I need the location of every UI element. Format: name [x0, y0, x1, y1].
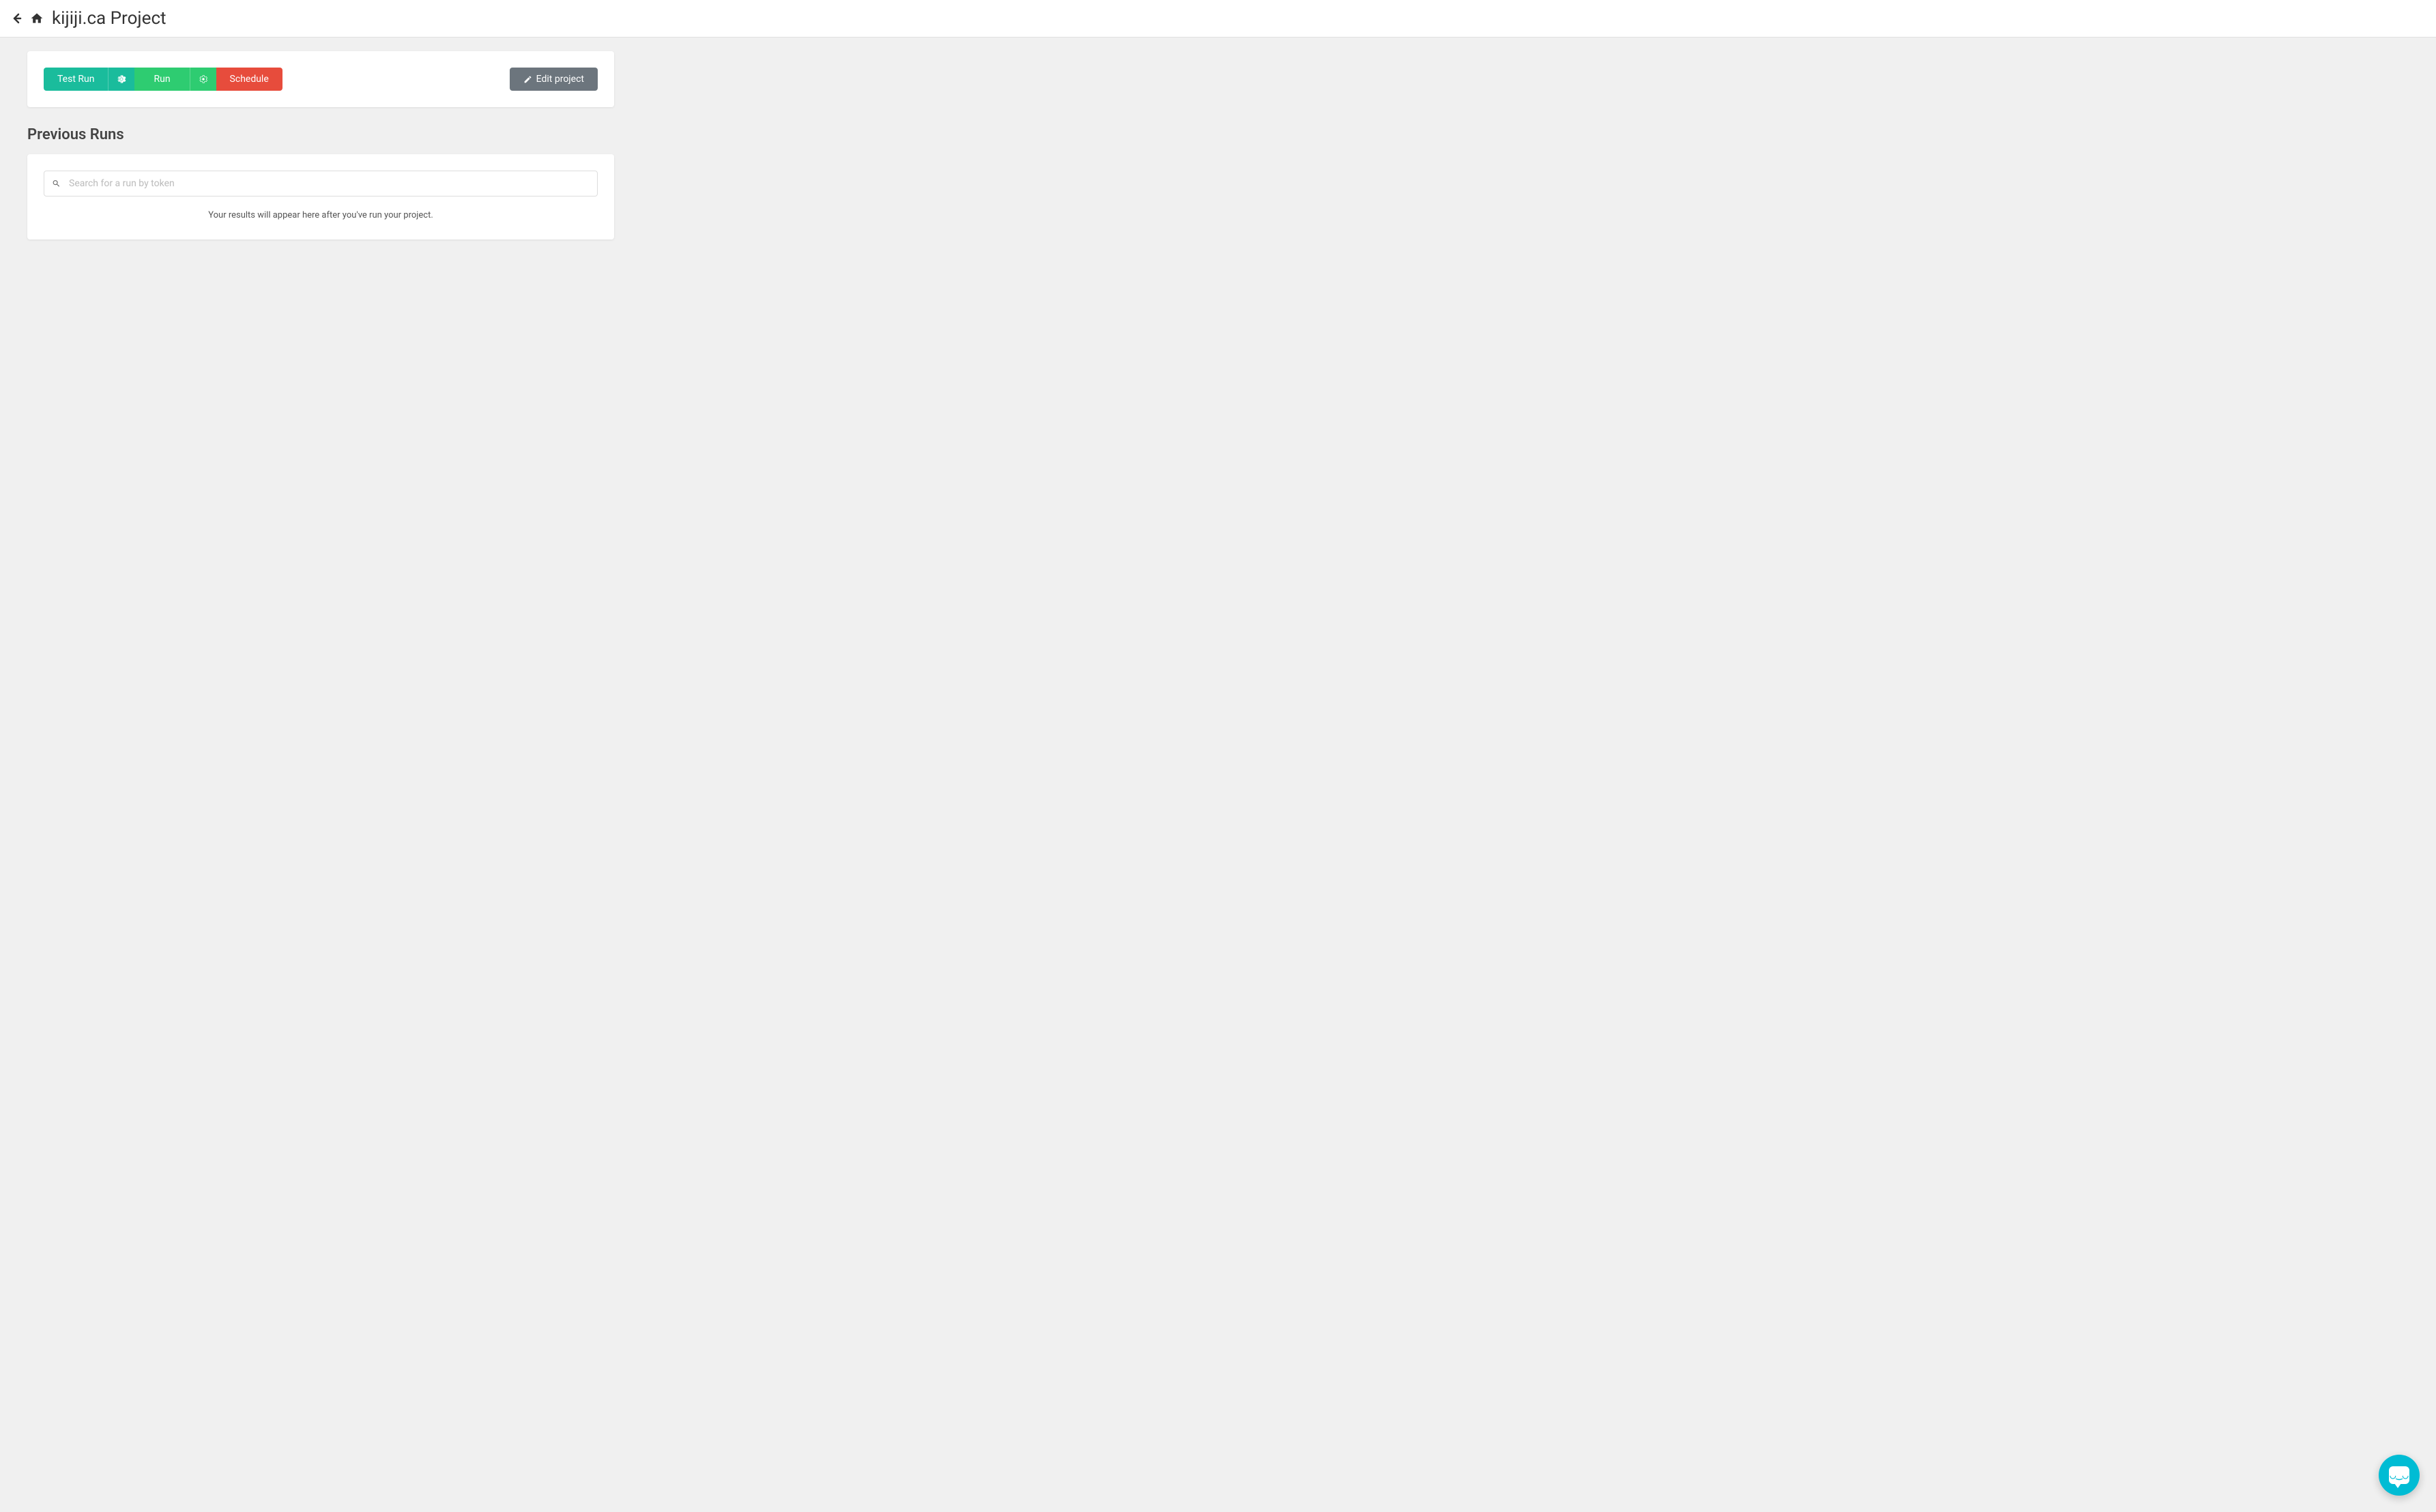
previous-runs-card: Your results will appear here after you'…: [27, 154, 614, 239]
schedule-button[interactable]: Schedule: [216, 68, 282, 91]
chat-widget-button[interactable]: ◡‿◡: [2379, 1455, 2420, 1496]
chat-face-icon: ◡‿◡: [2390, 1472, 2409, 1479]
test-run-settings-button[interactable]: [108, 68, 134, 91]
gear-icon: [117, 74, 126, 84]
actions-card: Test Run Run: [27, 51, 614, 107]
empty-results-message: Your results will appear here after you'…: [44, 207, 598, 223]
page-title: kijiji.ca Project: [52, 8, 166, 29]
run-button-group: Test Run Run: [44, 68, 282, 91]
test-run-button[interactable]: Test Run: [44, 68, 108, 91]
main-content: Test Run Run: [0, 38, 2436, 253]
pencil-icon: [523, 75, 532, 84]
run-settings-button[interactable]: [190, 68, 216, 91]
home-icon[interactable]: [30, 12, 44, 25]
previous-runs-heading: Previous Runs: [27, 126, 614, 143]
edit-project-label: Edit project: [536, 74, 584, 85]
edit-project-button[interactable]: Edit project: [510, 68, 598, 91]
chat-icon: ◡‿◡: [2389, 1466, 2409, 1484]
search-wrapper: [44, 171, 598, 197]
page-header: kijiji.ca Project: [0, 0, 2436, 38]
gear-icon: [199, 74, 208, 84]
toolbar: Test Run Run: [44, 68, 598, 91]
search-input[interactable]: [44, 171, 598, 197]
run-button[interactable]: Run: [134, 68, 189, 91]
back-arrow-icon[interactable]: [11, 13, 22, 24]
